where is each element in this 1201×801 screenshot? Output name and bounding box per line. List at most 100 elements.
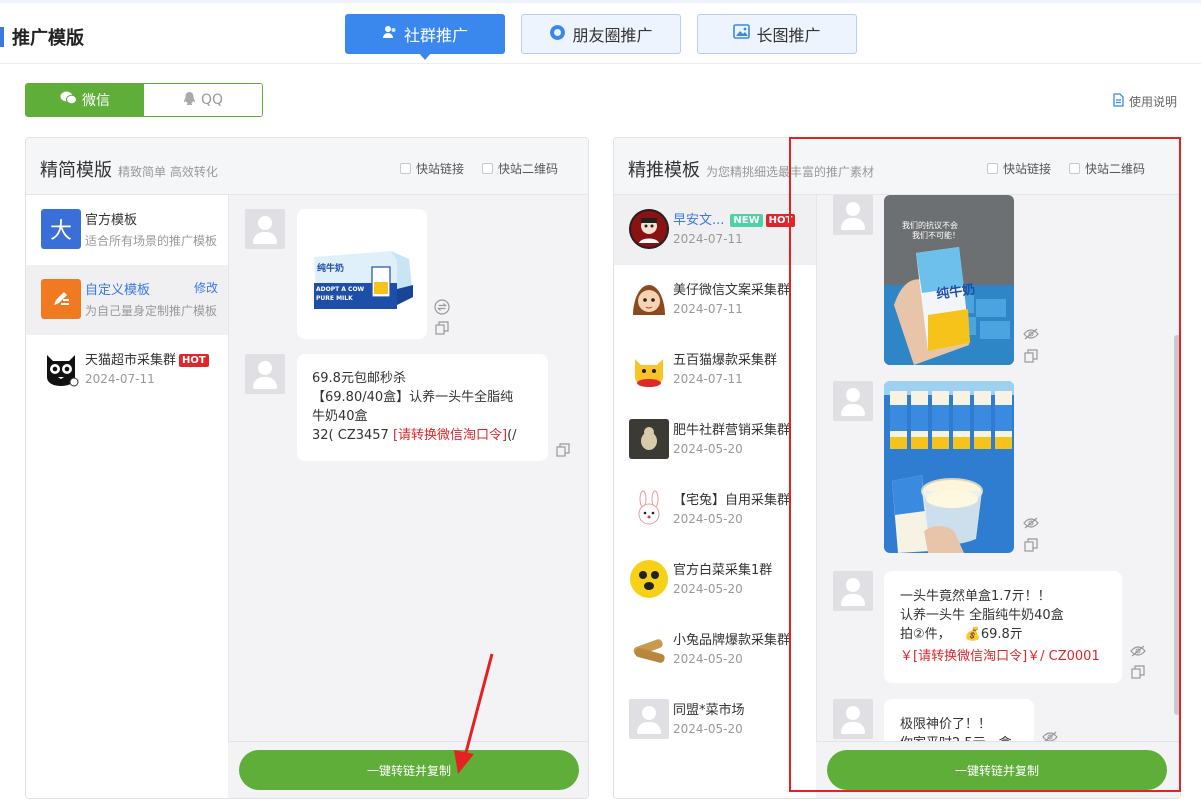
avatar-placeholder <box>833 381 873 421</box>
list-item-group[interactable]: 早安文... NEW HOT 2024-07-11 <box>614 195 816 265</box>
help-link[interactable]: 使用说明 <box>1112 93 1177 110</box>
hide-eye-icon[interactable] <box>1023 328 1039 344</box>
message-line: 拍②件， 💰69.8亓 <box>900 625 1106 644</box>
tab-community-promotion[interactable]: 社群推广 <box>345 14 505 60</box>
group-avatar <box>629 629 669 669</box>
checkbox-label: 快站二维码 <box>498 162 559 176</box>
product-image-bubble: 纯牛奶 ADOPT A COW PURE MILK <box>297 209 427 339</box>
item-name-text: 天猫超市采集群 <box>85 353 177 368</box>
panel-header: 精简模版 精致简单 高效转化 快站链接 快站二维码 <box>26 138 588 195</box>
tab-label: 长图推广 <box>756 26 821 45</box>
avatar-placeholder <box>245 354 285 394</box>
annotation-arrow <box>454 653 494 774</box>
item-desc: 适合所有场景的推广模板 <box>85 234 218 248</box>
list-item-custom-template[interactable]: 自定义模板 修改 为自己量身定制推广模板 <box>26 265 228 335</box>
item-date: 2024-07-11 <box>673 372 743 386</box>
text-message-bubble: 69.8元包邮秒杀 【69.80/40盒】认养一头牛全脂纯 牛奶40盒 32( … <box>297 354 548 461</box>
item-name: 肥牛社群营销采集群 <box>673 423 791 438</box>
item-date: 2024-07-11 <box>673 232 743 246</box>
tab-long-image-promotion[interactable]: 长图推广 <box>697 14 857 54</box>
message-line: 极限神价了！！ <box>900 717 992 732</box>
list-item-tmall-group[interactable]: 天猫超市采集群 HOT 2024-07-11 <box>26 335 228 405</box>
avatar-placeholder <box>833 699 873 739</box>
qq-tab[interactable]: QQ <box>144 84 262 116</box>
chat-scrollbar[interactable] <box>1174 335 1180 715</box>
item-name: 【宅兔】自用采集群 <box>673 493 791 508</box>
panel-title-text: 精简模版 <box>40 160 112 181</box>
item-date: 2024-05-20 <box>673 512 743 526</box>
qq-icon <box>183 91 196 110</box>
hide-eye-icon[interactable] <box>1023 517 1039 533</box>
text-message-bubble: 一头牛竟然单盒1.7亓！！ 认养一头牛 全脂纯牛奶40盒 拍②件， 💰69.8亓 … <box>884 571 1122 683</box>
product-line3: PURE MILK <box>316 295 353 302</box>
quick-link-checkbox[interactable]: 快站链接 <box>987 160 1051 177</box>
page-title: 推广模版 <box>12 28 84 49</box>
item-name: 早安文... NEW HOT <box>673 209 796 228</box>
avatar-placeholder <box>629 699 669 739</box>
copy-icon[interactable] <box>1131 665 1145 683</box>
hide-eye-icon[interactable] <box>1130 645 1146 661</box>
help-label: 使用说明 <box>1128 95 1177 109</box>
item-name: 官方模板 <box>85 213 138 228</box>
checkbox-box <box>400 163 411 174</box>
qq-label: QQ <box>200 92 224 108</box>
image-icon <box>733 24 751 44</box>
message-line: 32( CZ3457 [请转换微信淘口令](/ <box>312 426 533 445</box>
item-desc: 为自己量身定制推广模板 <box>85 304 218 318</box>
list-item-group[interactable]: 五百猫爆款采集群 2024-07-11 <box>614 335 816 405</box>
list-item-group[interactable]: 美仔微信文案采集群 2024-07-11 <box>614 265 816 335</box>
chat-preview: 纯牛奶 ADOPT A COW PURE MILK 69.8元包邮秒杀 【69.… <box>228 195 588 798</box>
panel-subtitle: 为您精挑细选最丰富的推广素材 <box>706 165 875 179</box>
quick-link-checkbox[interactable]: 快站链接 <box>400 160 464 177</box>
message-line: 一头牛竟然单盒1.7亓！！ <box>900 589 1051 604</box>
edit-link[interactable]: 修改 <box>194 279 218 296</box>
list-item-group[interactable]: 【宅兔】自用采集群 2024-05-20 <box>614 475 816 545</box>
copy-icon[interactable] <box>1024 349 1038 367</box>
copy-icon[interactable] <box>1024 538 1038 556</box>
hot-badge: HOT <box>765 214 796 227</box>
group-avatar <box>629 349 669 389</box>
wechat-tab[interactable]: 微信 <box>26 84 144 116</box>
curated-template-panel: 精推模板 为您精挑细选最丰富的推广素材 快站链接 快站二维码 早安文... NEW H… <box>613 137 1181 799</box>
list-item-group[interactable]: 官方白菜采集1群 2024-05-20 <box>614 545 816 615</box>
convert-copy-button[interactable]: 一键转链并复制 <box>239 750 579 790</box>
list-item-group[interactable]: 同盟*菜市场 2024-05-20 <box>614 685 816 755</box>
item-date: 2024-05-20 <box>673 442 743 456</box>
avatar-placeholder <box>245 209 285 249</box>
copy-icon[interactable] <box>556 443 570 461</box>
tab-moments-promotion[interactable]: 朋友圈推广 <box>521 14 681 54</box>
item-date: 2024-05-20 <box>673 722 743 736</box>
convert-copy-button[interactable]: 一键转链并复制 <box>827 750 1167 790</box>
message-line: ￥[请转换微信淘口令]￥/ CZ0001 <box>900 649 1100 664</box>
group-list: 早安文... NEW HOT 2024-07-11 美仔微信文案采集群 2024-0… <box>614 195 816 798</box>
panel-title: 精推模板 为您精挑细选最丰富的推广素材 <box>628 156 874 182</box>
checkbox-label: 快站二维码 <box>1085 162 1146 176</box>
checkbox-box <box>482 163 493 174</box>
message-line: 牛奶40盒 <box>312 409 368 424</box>
checkbox-label: 快站链接 <box>1003 162 1052 176</box>
copy-icon[interactable] <box>435 321 449 339</box>
swap-icon[interactable] <box>434 299 450 319</box>
message-line: 认养一头牛 全脂纯牛奶40盒 <box>900 608 1064 623</box>
list-item-group[interactable]: 小兔品牌爆款采集群 2024-05-20 <box>614 615 816 685</box>
tmall-cat-avatar <box>41 349 81 389</box>
item-name-text: 早安文... <box>673 213 725 228</box>
tab-label: 社群推广 <box>403 26 468 45</box>
message-text: 32( CZ3457 <box>312 428 393 443</box>
avatar-placeholder <box>833 571 873 611</box>
item-date: 2024-07-11 <box>673 302 743 316</box>
price-text: 💰69.8亓 <box>964 627 1023 642</box>
taokouling-placeholder: [请转换微信淘口令] <box>392 428 508 443</box>
wechat-label: 微信 <box>82 93 110 109</box>
list-item-official-template[interactable]: 大 官方模板 适合所有场景的推广模板 <box>26 195 228 265</box>
avatar-placeholder <box>833 195 873 235</box>
users-icon <box>382 24 398 44</box>
panel-title: 精简模版 精致简单 高效转化 <box>40 156 218 182</box>
hot-badge: HOT <box>179 354 209 367</box>
checkbox-box <box>1069 163 1080 174</box>
quick-qrcode-checkbox[interactable]: 快站二维码 <box>1069 160 1145 177</box>
quick-qrcode-checkbox[interactable]: 快站二维码 <box>482 160 558 177</box>
list-item-group[interactable]: 肥牛社群营销采集群 2024-05-20 <box>614 405 816 475</box>
avatar: 大 <box>41 209 81 249</box>
item-name: 官方白菜采集1群 <box>673 563 773 578</box>
